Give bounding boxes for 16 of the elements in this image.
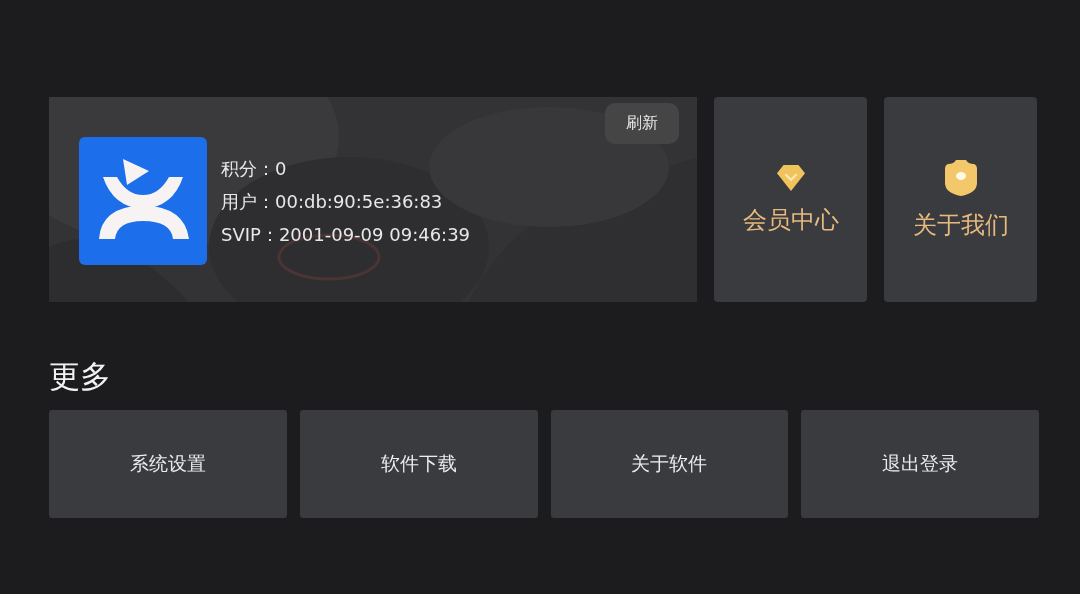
menu-button[interactable]: 关于软件: [550, 410, 789, 518]
menu-tile[interactable]: 会员中心: [714, 97, 867, 302]
diamond-icon: [775, 163, 806, 192]
account-info-text: 用户：00:db:90:5e:36:83: [221, 190, 444, 213]
section-title: 更多: [49, 357, 111, 396]
refresh-button[interactable]: 刷新: [605, 103, 679, 144]
menu-button[interactable]: 软件下载: [299, 410, 538, 518]
app-logo-icon: [79, 137, 207, 265]
badge-icon: [943, 158, 978, 197]
menu-tile[interactable]: 关于我们: [884, 97, 1037, 302]
tile-label: 关于我们: [912, 209, 1009, 241]
account-info-text: 积分：0: [221, 157, 288, 180]
menu-button[interactable]: 退出登录: [801, 410, 1039, 518]
account-info-text: SVIP：2001-09-09 09:46:39: [221, 223, 471, 246]
menu-button[interactable]: 系统设置: [49, 410, 287, 518]
tile-label: 会员中心: [742, 204, 839, 236]
